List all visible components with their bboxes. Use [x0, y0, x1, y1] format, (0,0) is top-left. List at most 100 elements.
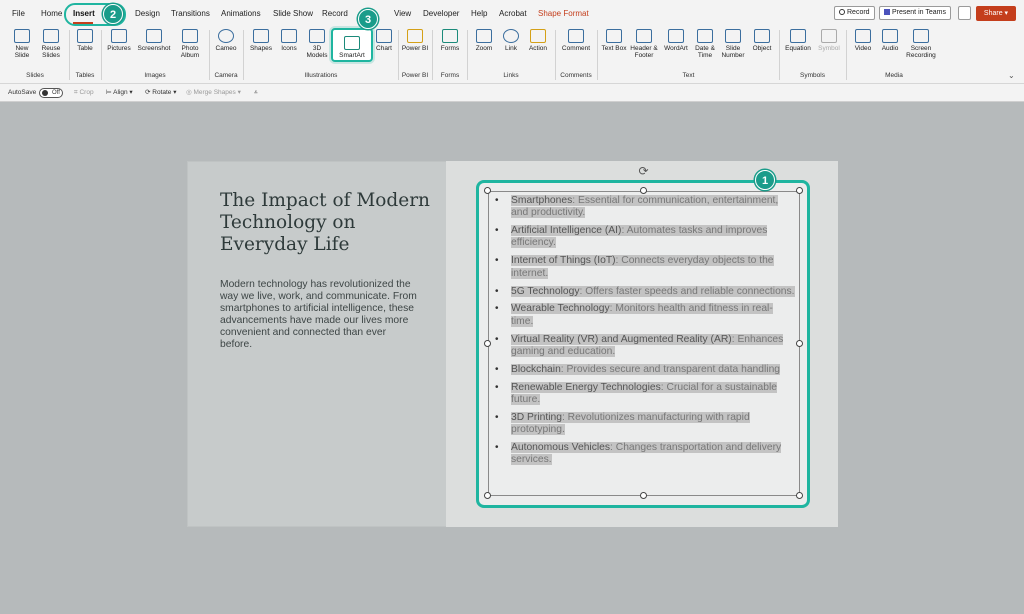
table-icon	[77, 29, 93, 43]
list-item[interactable]: 3D Printing: Revolutionizes manufacturin…	[495, 411, 795, 437]
smartart-button[interactable]: SmartArt	[331, 28, 373, 62]
shapes-button[interactable]: Shapes	[247, 29, 275, 52]
step-badge-3: 3	[358, 9, 378, 29]
autosave-toggle[interactable]: Off	[39, 88, 63, 98]
resize-handle-bottom-right[interactable]	[796, 492, 803, 499]
merge-shapes-label: Merge Shapes	[193, 89, 236, 96]
resize-handle-top-right[interactable]	[796, 187, 803, 194]
table-button[interactable]: Table	[72, 29, 98, 52]
tab-shape-format[interactable]: Shape Format	[538, 0, 589, 26]
group-label-forms: Forms	[440, 72, 460, 79]
wordart-button[interactable]: WordArt	[661, 29, 691, 52]
ribbon-separator	[779, 30, 780, 80]
tab-file[interactable]: File	[12, 0, 25, 26]
bullet-term: Autonomous Vehicles	[511, 442, 611, 454]
date-time-button[interactable]: Date & Time	[692, 29, 718, 59]
bullet-list[interactable]: Smartphones: Essential for communication…	[495, 195, 795, 472]
tab-animations[interactable]: Animations	[221, 0, 261, 26]
resize-handle-left[interactable]	[484, 340, 491, 347]
list-item[interactable]: Renewable Energy Technologies: Crucial f…	[495, 381, 795, 407]
object-icon	[754, 29, 770, 43]
cameo-icon	[218, 29, 234, 43]
icons-label: Icons	[281, 45, 297, 52]
screenshot-button[interactable]: Screenshot	[135, 29, 173, 52]
header-footer-button[interactable]: Header & Footer	[628, 29, 660, 59]
ribbon-separator	[101, 30, 102, 80]
slide-title[interactable]: The Impact of Modern Technology on Every…	[220, 190, 435, 256]
new-slide-button[interactable]: New Slide	[8, 29, 36, 59]
align-label: Align	[113, 89, 128, 96]
power-bi-label: Power BI	[401, 45, 429, 52]
tab-developer[interactable]: Developer	[423, 0, 459, 26]
object-button[interactable]: Object	[748, 29, 776, 52]
tab-slide-show[interactable]: Slide Show	[273, 0, 313, 26]
list-item[interactable]: Autonomous Vehicles: Changes transportat…	[495, 442, 795, 467]
hash-icon	[725, 29, 741, 43]
comment-button[interactable]: Comment	[558, 29, 594, 52]
icons-button[interactable]: Icons	[276, 29, 302, 52]
resize-handle-top[interactable]	[640, 187, 647, 194]
rotate-button[interactable]: ⟳ Rotate ▾	[145, 88, 177, 98]
resize-handle-bottom[interactable]	[640, 492, 647, 499]
tab-view[interactable]: View	[394, 0, 411, 26]
ribbon-separator	[597, 30, 598, 80]
chart-label: Chart	[376, 45, 392, 52]
shapes-icon	[253, 29, 269, 43]
resize-handle-right[interactable]	[796, 340, 803, 347]
cameo-button[interactable]: Cameo	[212, 29, 240, 52]
tab-record[interactable]: Record	[322, 0, 348, 26]
photo-album-button[interactable]: Photo Album	[174, 29, 206, 59]
ribbon-separator	[846, 30, 847, 80]
list-item[interactable]: Internet of Things (IoT): Connects every…	[495, 255, 795, 280]
list-item[interactable]: Smartphones: Essential for communication…	[495, 195, 795, 220]
comments-icon[interactable]	[958, 6, 971, 20]
list-item[interactable]: 5G Technology: Offers faster speeds and …	[495, 285, 795, 298]
bullet-term: Smartphones	[511, 195, 573, 206]
action-star-icon	[530, 29, 546, 43]
merge-shapes-button[interactable]: ◎ Merge Shapes ▾	[186, 88, 241, 98]
group-label-slides: Slides	[26, 72, 44, 79]
tab-transitions[interactable]: Transitions	[171, 0, 210, 26]
power-bi-button[interactable]: Power BI	[401, 29, 429, 52]
smartart-icon	[344, 36, 360, 50]
tab-design[interactable]: Design	[135, 0, 160, 26]
slide-body-text[interactable]: Modern technology has revolutionized the…	[220, 279, 420, 351]
zoom-button[interactable]: Zoom	[470, 29, 498, 52]
resize-handle-bottom-left[interactable]	[484, 492, 491, 499]
align-button[interactable]: ⊨ Align ▾	[106, 88, 133, 98]
list-item[interactable]: Wearable Technology: Monitors health and…	[495, 303, 795, 328]
list-item[interactable]: Artificial Intelligence (AI): Automates …	[495, 225, 795, 250]
reuse-slides-button[interactable]: Reuse Slides	[37, 29, 65, 59]
link-button[interactable]: Link	[499, 29, 523, 52]
tab-home[interactable]: Home	[41, 0, 62, 26]
audio-button[interactable]: Audio	[877, 29, 903, 52]
rotate-handle-icon[interactable]: ⟳	[637, 165, 650, 178]
present-in-teams-button[interactable]: Present in Teams	[879, 6, 951, 20]
icons-icon	[281, 29, 297, 43]
screen-recording-button[interactable]: Screen Recording	[904, 29, 938, 59]
tab-help[interactable]: Help	[471, 0, 487, 26]
customize-toolbar-icon[interactable]: ⩡	[254, 88, 258, 98]
list-item[interactable]: Blockchain: Provides secure and transpar…	[495, 363, 795, 376]
collapse-ribbon-chevron-icon[interactable]: ⌄	[1008, 71, 1015, 80]
crop-button[interactable]: ⌗ Crop	[74, 88, 94, 98]
slide-number-button[interactable]: Slide Number	[719, 29, 747, 59]
equation-button[interactable]: Equation	[782, 29, 814, 52]
forms-button[interactable]: Forms	[435, 29, 465, 52]
chart-button[interactable]: Chart	[373, 29, 395, 52]
group-label-text: Text	[682, 72, 695, 79]
symbol-button[interactable]: Symbol	[815, 29, 843, 52]
resize-handle-top-left[interactable]	[484, 187, 491, 194]
video-button[interactable]: Video	[850, 29, 876, 52]
autosave-label: AutoSave	[8, 89, 37, 96]
action-button[interactable]: Action	[524, 29, 552, 52]
record-button[interactable]: Record	[834, 6, 875, 20]
share-button[interactable]: Share ▾	[976, 6, 1016, 21]
3d-models-button[interactable]: 3D Models	[303, 29, 331, 59]
text-box-button[interactable]: Text Box	[601, 29, 627, 52]
pictures-button[interactable]: Pictures	[104, 29, 134, 52]
tab-acrobat[interactable]: Acrobat	[499, 0, 527, 26]
smartart-label: SmartArt	[339, 52, 365, 59]
list-item[interactable]: Virtual Reality (VR) and Augmented Reali…	[495, 333, 795, 359]
bullet-desc: : Provides secure and transparent data h…	[560, 363, 781, 375]
